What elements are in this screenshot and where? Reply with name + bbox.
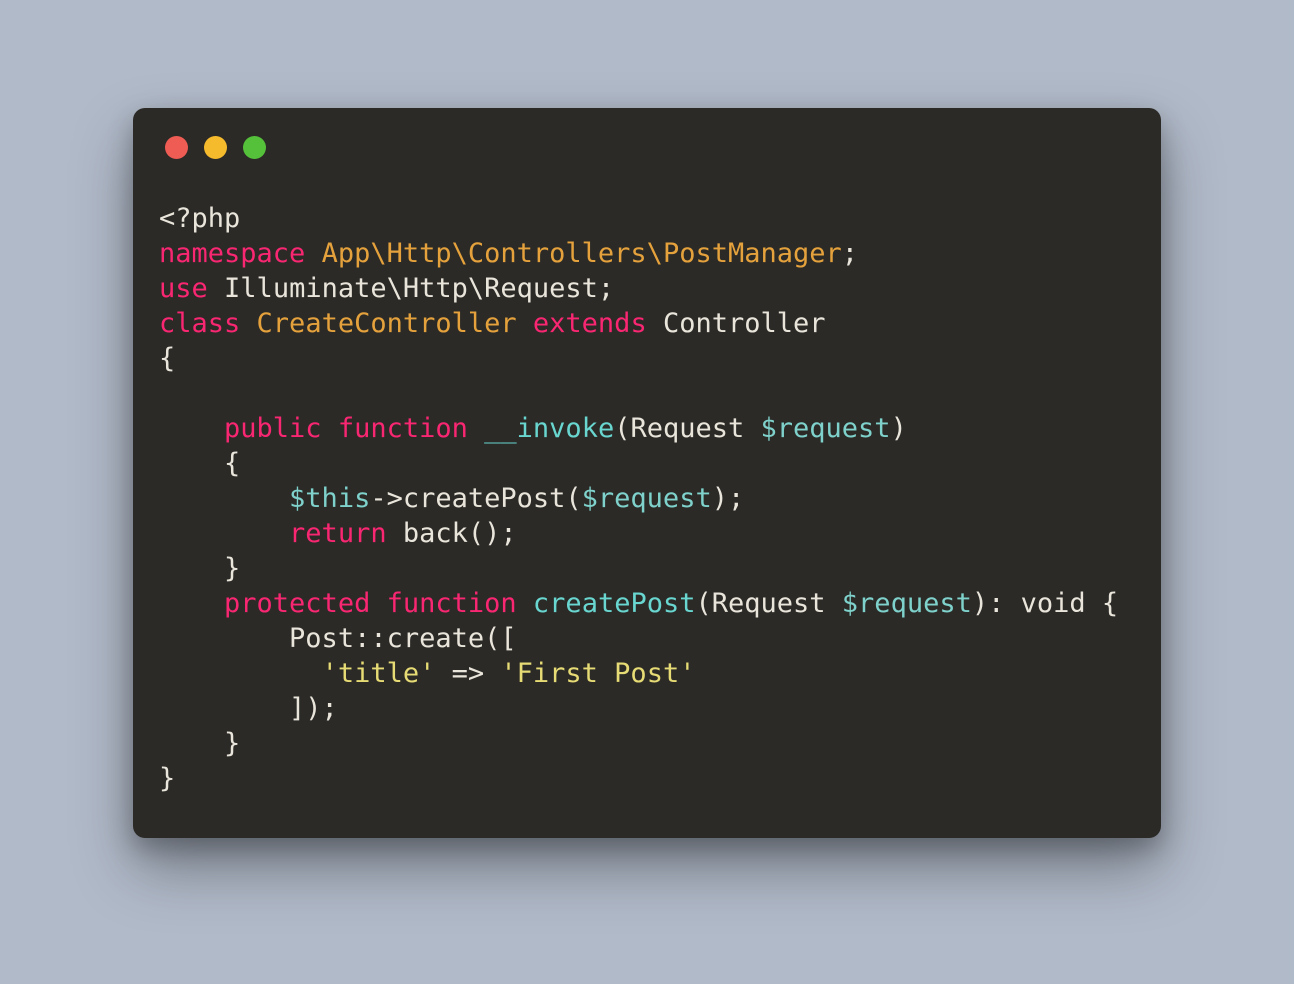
var-this: $this (289, 483, 370, 514)
sig-open: (Request (614, 413, 760, 444)
return-back: back(); (387, 518, 517, 549)
code-window: <?php namespace App\Http\Controllers\Pos… (133, 108, 1161, 838)
window-close-icon[interactable] (165, 136, 188, 159)
brace-close: } (224, 553, 240, 584)
use-path: Illuminate\Http\Request (224, 273, 598, 304)
array-close: ]); (289, 693, 338, 724)
kw-function: function (338, 413, 468, 444)
kw-extends: extends (533, 308, 647, 339)
window-zoom-icon[interactable] (243, 136, 266, 159)
brace-open: { (159, 343, 175, 374)
assoc-arrow: => (435, 658, 500, 689)
var-request: $request (582, 483, 712, 514)
fn-invoke: __invoke (484, 413, 614, 444)
sig-close: ) (891, 413, 907, 444)
code-block: <?php namespace App\Http\Controllers\Pos… (159, 201, 1135, 796)
sig-open: (Request (695, 588, 841, 619)
post-create: Post::create([ (289, 623, 517, 654)
kw-class: class (159, 308, 240, 339)
sig-close: ): void { (972, 588, 1118, 619)
kw-function: function (387, 588, 517, 619)
parent-class: Controller (663, 308, 826, 339)
var-request: $request (761, 413, 891, 444)
brace-open: { (224, 448, 240, 479)
method-call: ->createPost( (370, 483, 581, 514)
namespace-path: App\Http\Controllers\PostManager (322, 238, 842, 269)
str-title-val: 'First Post' (500, 658, 695, 689)
semi: ; (842, 238, 858, 269)
page-stage: <?php namespace App\Http\Controllers\Pos… (0, 0, 1294, 984)
fn-createpost: createPost (533, 588, 696, 619)
brace-close: } (159, 763, 175, 794)
call-close: ); (712, 483, 745, 514)
kw-use: use (159, 273, 208, 304)
semi: ; (598, 273, 614, 304)
window-traffic-lights (159, 136, 1135, 159)
kw-namespace: namespace (159, 238, 305, 269)
kw-public: public (224, 413, 322, 444)
kw-return: return (289, 518, 387, 549)
str-title-key: 'title' (322, 658, 436, 689)
class-name: CreateController (257, 308, 517, 339)
kw-protected: protected (224, 588, 370, 619)
php-open-tag: <?php (159, 203, 240, 234)
var-request: $request (842, 588, 972, 619)
brace-close: } (224, 728, 240, 759)
window-minimize-icon[interactable] (204, 136, 227, 159)
